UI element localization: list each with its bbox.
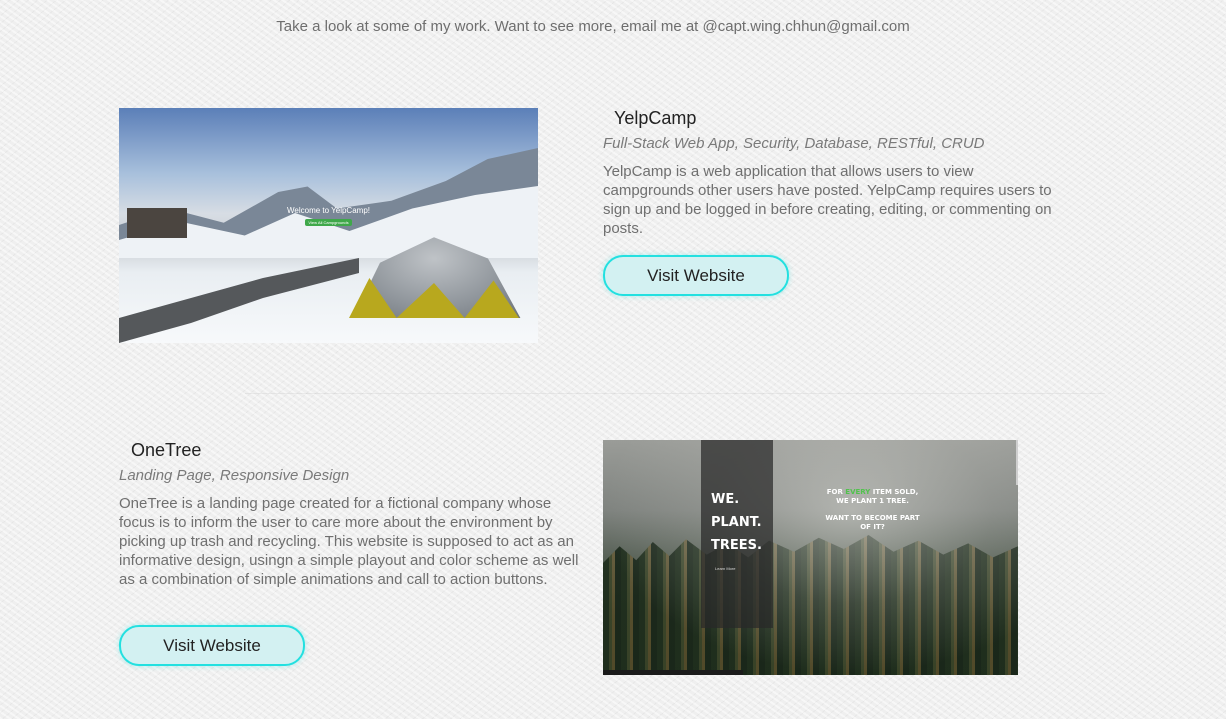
preview-headline-line: PLANT. [711,515,762,530]
preview-view-button: View All Campgrounds [305,219,352,226]
project-tags: Landing Page, Responsive Design [119,467,350,484]
preview-side-pre: FOR [826,488,846,496]
preview-headline: WE. PLANT. TREES. [711,488,771,557]
preview-scrollbar [1016,440,1018,485]
preview-welcome-text: Welcome to YelpCamp! [286,206,370,215]
project-description: YelpCamp is a web application that allow… [603,163,1052,237]
preview-headline-line: WE. [711,492,740,507]
preview-headline-line: TREES. [711,538,762,553]
visit-website-button[interactable]: Visit Website [119,625,305,666]
preview-side-text: FOR EVERY ITEM SOLD, WE PLANT 1 TREE. WA… [825,488,920,540]
preview-footer-bar [603,670,743,675]
section-divider [245,393,1105,394]
visit-website-button[interactable]: Visit Website [603,255,789,296]
preview-learn-more: Learn More [715,566,736,571]
preview-side-highlight: EVERY [845,488,871,496]
project-tags: Full-Stack Web App, Security, Database, … [603,135,985,152]
intro-text: Take a look at some of my work. Want to … [276,18,910,35]
fog-overlay [603,440,1018,675]
preview-side-question: WANT TO BECOME PART OF IT? [825,514,920,531]
stone-wall-shape [119,258,359,343]
yelpcamp-screenshot: Welcome to YelpCamp! View All Campground… [119,108,538,343]
project-description: OneTree is a landing page created for a … [119,495,579,588]
project-title: OneTree [131,440,202,460]
onetree-screenshot: WE. PLANT. TREES. Learn More FOR EVERY I… [603,440,1018,675]
project-title: YelpCamp [614,108,697,128]
